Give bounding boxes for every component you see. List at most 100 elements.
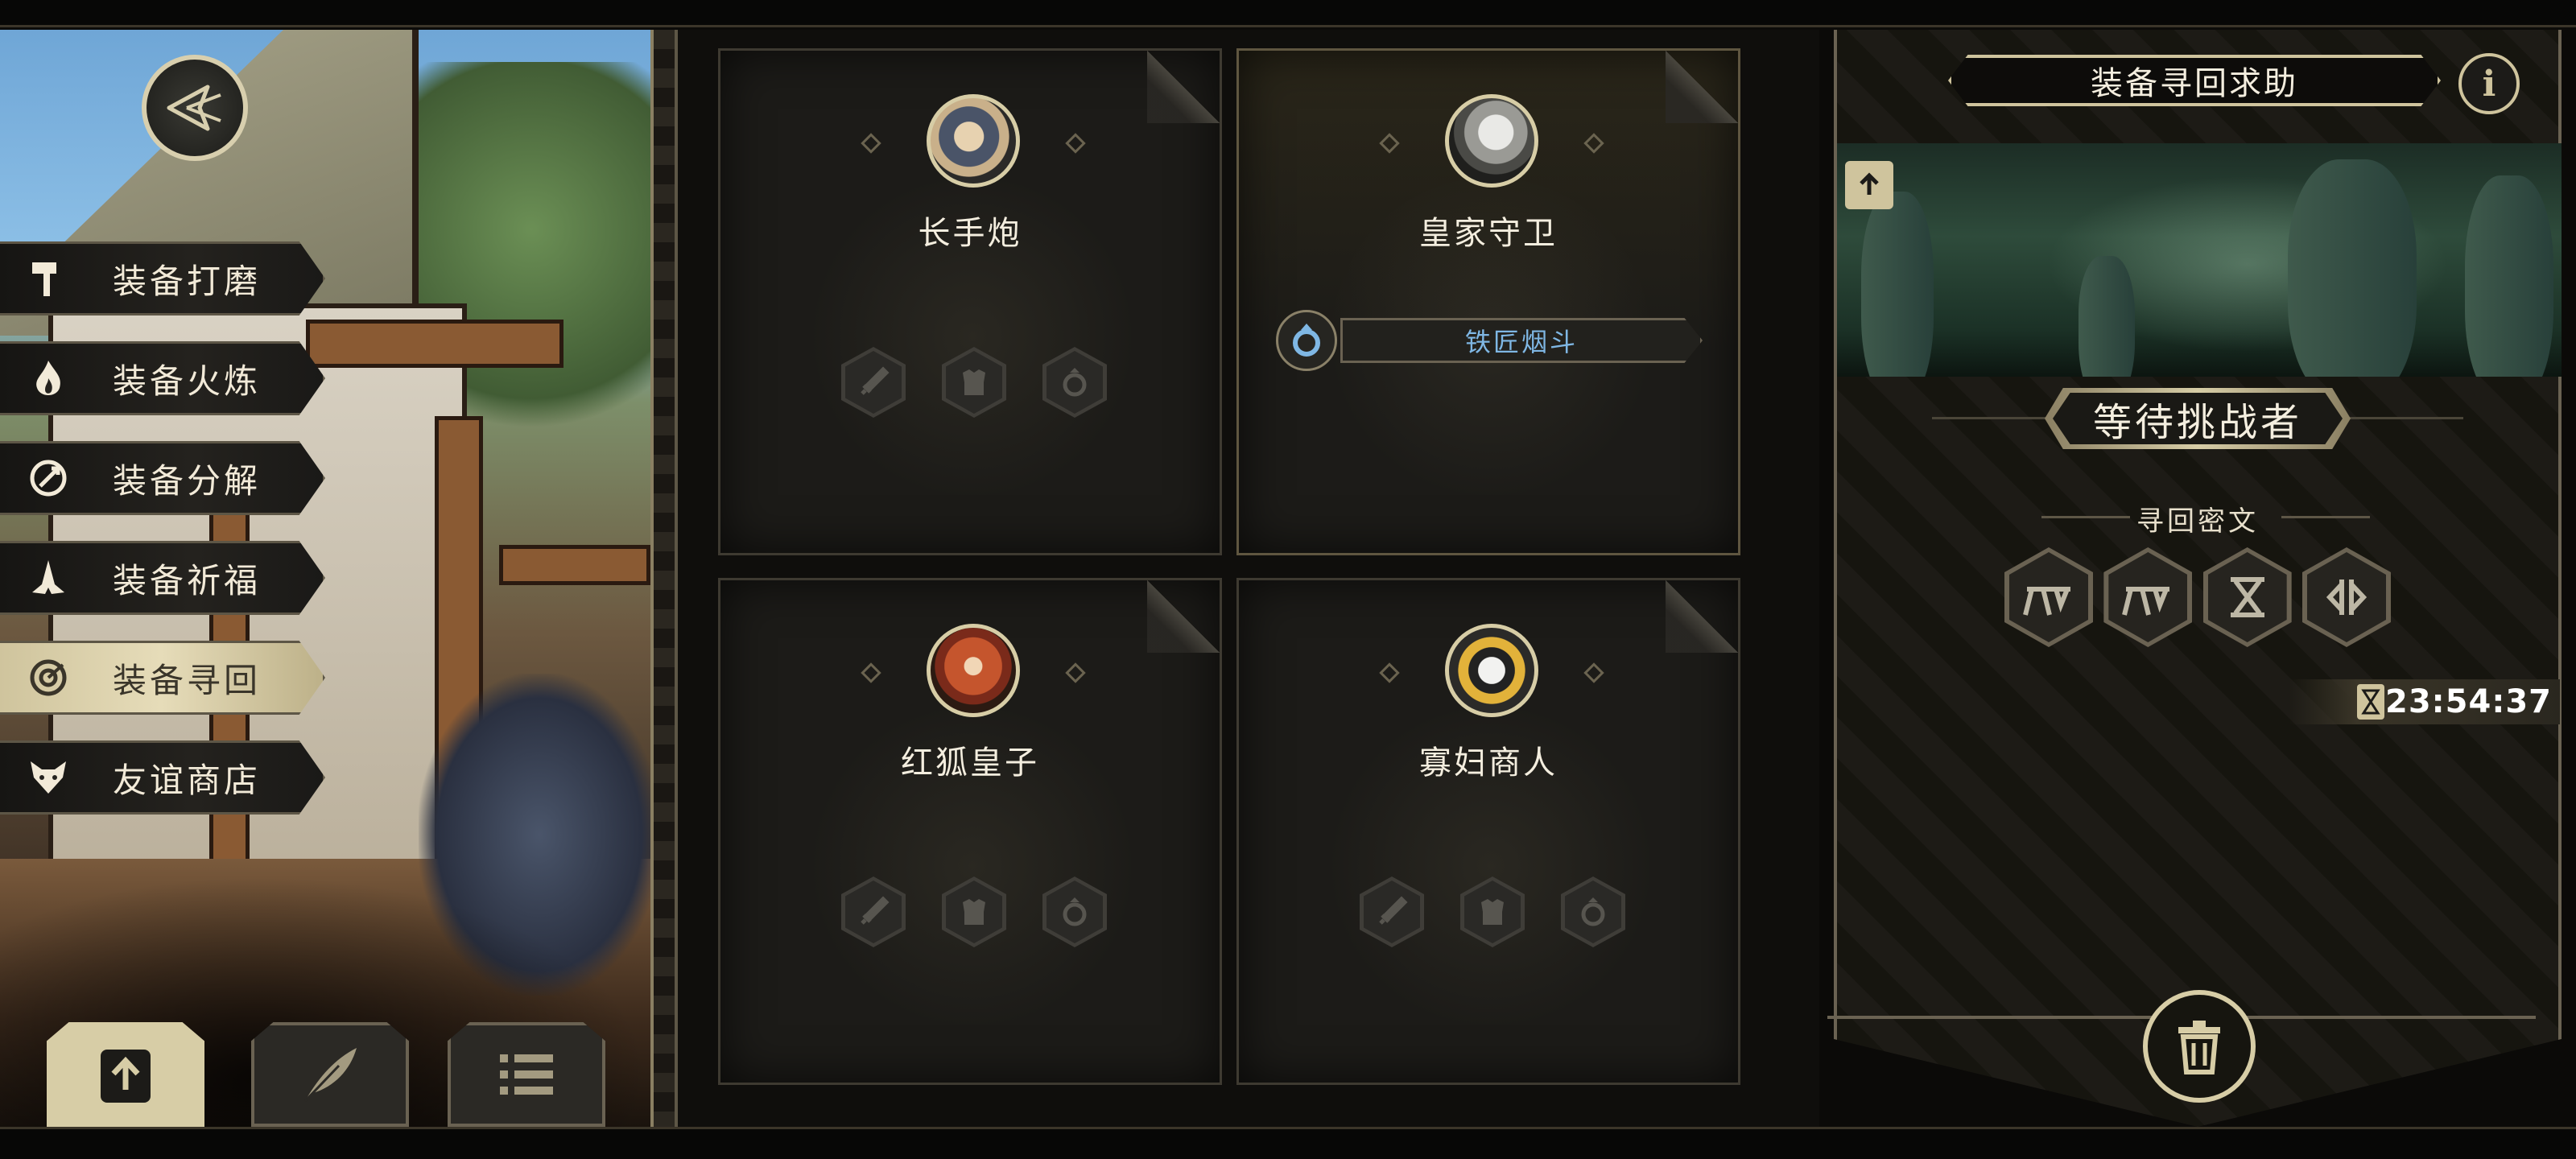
sword-icon: [861, 366, 890, 395]
accessory-slot[interactable]: [1561, 876, 1625, 947]
info-button[interactable]: i: [2458, 53, 2520, 114]
info-icon: i: [2482, 63, 2496, 105]
diamond-ornament: [861, 133, 881, 154]
rune-slot-4[interactable]: [2301, 547, 2391, 647]
back-arrow-icon: [167, 85, 221, 131]
rune-slot-3[interactable]: [2202, 547, 2292, 647]
panel-divider: [650, 30, 678, 1127]
armor-slot[interactable]: [942, 347, 1006, 418]
sidebar-item-label: 装备寻回: [113, 660, 262, 700]
rune-2-icon: [2122, 587, 2170, 616]
list-icon: [500, 1054, 553, 1095]
rune-slot-1[interactable]: [2004, 547, 2093, 647]
abandon-button[interactable]: [2143, 990, 2256, 1103]
hero-card[interactable]: 红狐皇子: [718, 578, 1222, 1085]
list-button[interactable]: [448, 1022, 605, 1127]
card-corner: [1666, 580, 1738, 653]
status-banner: 等待挑战者: [1932, 380, 2463, 457]
share-button[interactable]: [47, 1022, 204, 1127]
sidebar-item-label: 装备祈福: [113, 560, 262, 600]
hero-name: 红狐皇子: [901, 744, 1039, 782]
hero-card[interactable]: 寡妇商人: [1236, 578, 1740, 1085]
rune-1-icon: [2023, 587, 2070, 616]
weapon-slot[interactable]: [1360, 876, 1424, 947]
sidebar-item-bless[interactable]: 装备祈福: [0, 541, 325, 615]
armor-slot[interactable]: [1460, 876, 1525, 947]
praying-hands-icon: [24, 554, 72, 602]
panel-title: 装备寻回求助: [2091, 65, 2298, 102]
card-corner: [1147, 51, 1220, 123]
fox-head-icon: [24, 753, 72, 802]
share-upload-icon: [101, 1050, 151, 1103]
accessory-slot[interactable]: [1042, 347, 1107, 418]
hammer-icon: [24, 254, 72, 303]
diamond-ornament: [1583, 133, 1604, 154]
bottom-border: [0, 1127, 2576, 1159]
sidebar-item-forge[interactable]: 装备火炼: [0, 341, 325, 415]
cipher-title: 寻回密文: [2136, 505, 2259, 538]
preview-upload-button[interactable]: [1845, 161, 1893, 209]
quill-feather-icon: [303, 1048, 357, 1103]
wooden-beam: [499, 545, 650, 585]
sword-icon: [1379, 896, 1408, 925]
tree-trunk: [2079, 256, 2135, 377]
rune-slot-2[interactable]: [2103, 547, 2193, 647]
sidebar-item-friendship-shop[interactable]: 友谊商店: [0, 740, 325, 815]
top-border: [0, 0, 2576, 27]
diamond-ornament: [1065, 662, 1086, 683]
equipment-slots: [1360, 876, 1625, 947]
hero-name: 长手炮: [918, 215, 1022, 252]
ring-icon: [1063, 368, 1087, 397]
diamond-ornament: [1583, 662, 1604, 683]
diamond-ornament: [1379, 133, 1400, 154]
panel-title-banner: 装备寻回求助: [1948, 55, 2441, 106]
status-line-right: [2343, 417, 2463, 419]
status-line-left: [1932, 417, 2053, 419]
equipment-slots: [841, 876, 1107, 947]
tree-trunk: [1861, 192, 1934, 377]
tree-trunk: [2465, 175, 2553, 377]
cipher-runes: [2004, 547, 2391, 647]
countdown-timer: 23:54:37: [2289, 679, 2560, 724]
sidebar-menu: 装备打磨 装备火炼 装备分解 装备祈福 装备寻回 友谊商店: [0, 241, 338, 840]
rune-3-icon: [2230, 577, 2264, 617]
disassemble-icon: [24, 454, 72, 502]
status-text: 等待挑战者: [2092, 400, 2302, 445]
cipher-line-right: [2281, 516, 2370, 518]
accessory-slot[interactable]: [1042, 876, 1107, 947]
hero-card[interactable]: 长手炮: [718, 48, 1222, 555]
equipped-item[interactable]: 铁匠烟斗: [1276, 310, 1711, 371]
weapon-slot[interactable]: [841, 876, 906, 947]
sword-icon: [861, 896, 890, 925]
sidebar-item-polish[interactable]: 装备打磨: [0, 241, 325, 316]
trash-can-icon: [2178, 1021, 2220, 1074]
sidebar-item-disassemble[interactable]: 装备分解: [0, 441, 325, 515]
diamond-ornament: [1065, 133, 1086, 154]
equipped-item-bar: 铁匠烟斗: [1340, 318, 1703, 363]
equipped-ring-icon: [1276, 310, 1337, 371]
diamond-ornament: [1379, 662, 1400, 683]
flame-icon: [24, 354, 72, 402]
card-corner: [1666, 51, 1738, 123]
diamond-ornament: [861, 662, 881, 683]
armor-icon: [1481, 899, 1504, 925]
sidebar-item-label: 装备分解: [113, 460, 262, 501]
notes-button[interactable]: [251, 1022, 409, 1127]
hero-portrait: [1445, 94, 1538, 188]
wooden-beam: [306, 320, 564, 368]
armor-icon: [963, 899, 985, 925]
sidebar-item-label: 装备火炼: [113, 361, 262, 401]
weapon-slot[interactable]: [841, 347, 906, 418]
sidebar-item-retrieve[interactable]: 装备寻回: [0, 641, 325, 715]
hero-portrait: [927, 94, 1020, 188]
hero-name: 皇家守卫: [1419, 215, 1558, 252]
hero-card[interactable]: 皇家守卫 铁匠烟斗: [1236, 48, 1740, 555]
tree-trunk: [2288, 159, 2417, 377]
timer-text: 23:54:37: [2385, 683, 2552, 720]
ring-icon: [1581, 897, 1605, 926]
back-button[interactable]: [142, 55, 248, 161]
hero-name: 寡妇商人: [1419, 744, 1558, 782]
rune-4-icon: [2326, 580, 2368, 615]
armor-slot[interactable]: [942, 876, 1006, 947]
card-corner: [1147, 580, 1220, 653]
